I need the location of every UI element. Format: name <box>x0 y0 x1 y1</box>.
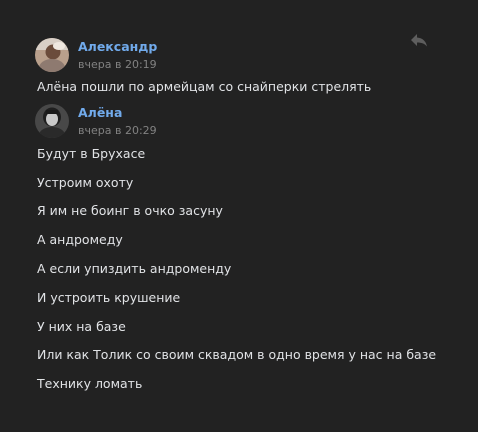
avatar[interactable] <box>35 38 69 72</box>
message-text: Я им не боинг в очко засуну <box>37 203 223 218</box>
avatar[interactable] <box>35 104 69 138</box>
message-text: Устроим охоту <box>37 175 134 190</box>
reply-icon[interactable] <box>410 32 428 47</box>
author-name[interactable]: Александр <box>78 40 157 54</box>
message-text: Будут в Брухасе <box>37 146 146 161</box>
message-text: Или как Толик со своим сквадом в одно вр… <box>37 347 437 362</box>
message-text: А андромеду <box>37 232 123 247</box>
chat-history: Александр вчера в 20:19 Алёна пошли по а… <box>0 0 478 432</box>
message-text: Алёна пошли по армейцам со снайперки стр… <box>37 79 372 94</box>
message-text: А если упиздить андроменду <box>37 261 232 276</box>
message-timestamp[interactable]: вчера в 20:19 <box>78 58 157 72</box>
message-header: Алёна вчера в 20:29 <box>35 104 157 138</box>
message-group: Алёна вчера в 20:29 <box>35 104 157 138</box>
message-timestamp[interactable]: вчера в 20:29 <box>78 124 157 138</box>
message-text: У них на базе <box>37 319 126 334</box>
message-text: И устроить крушение <box>37 290 181 305</box>
message-header: Александр вчера в 20:19 <box>35 38 157 72</box>
author-name[interactable]: Алёна <box>78 106 157 120</box>
message-group: Александр вчера в 20:19 <box>35 38 157 72</box>
message-text: Технику ломать <box>37 376 143 391</box>
